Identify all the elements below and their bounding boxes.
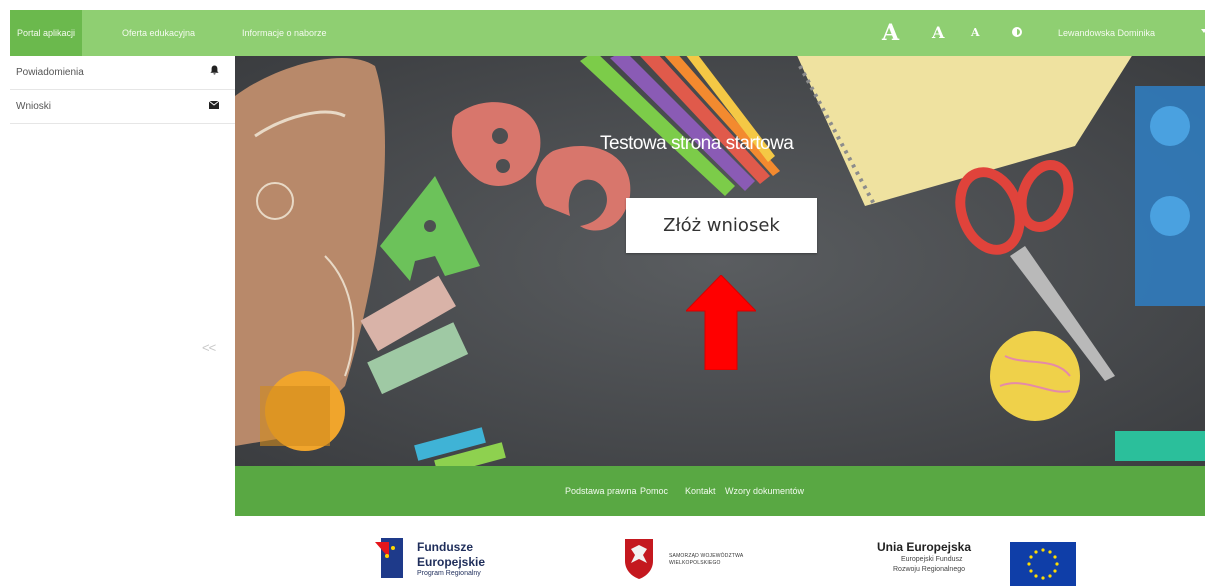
funding-logos-strip: Fundusze Europejskie Program Regionalny … <box>235 516 1205 586</box>
bell-icon <box>210 56 219 89</box>
submit-application-button[interactable]: Złóż wniosek <box>626 198 817 253</box>
eu-flag-icon <box>1010 542 1076 586</box>
sidebar-item-label: Powiadomienia <box>16 67 84 78</box>
hero-background-image <box>235 56 1205 466</box>
envelope-icon <box>208 90 220 123</box>
font-size-large-button[interactable]: A <box>882 10 899 56</box>
tab-portal-aplikacji[interactable]: Portal aplikacji <box>10 10 83 56</box>
red-arrow-up-icon <box>686 275 756 370</box>
sidebar-item-wnioski[interactable]: Wnioski <box>10 90 235 124</box>
ue-line2: Rozwoju Regionalnego <box>893 566 965 573</box>
fe-flag-icon <box>375 538 403 578</box>
sidebar-item-label: Wnioski <box>16 101 52 112</box>
sidebar-item-powiadomienia[interactable]: Powiadomienia <box>10 56 235 90</box>
hero-title: Testowa strona startowa <box>600 133 794 154</box>
ue-title: Unia Europejska <box>877 540 972 554</box>
samorzad-line1: SAMORZĄD WOJEWÓDZTWA <box>669 553 744 559</box>
contrast-toggle-icon[interactable] <box>1012 27 1022 37</box>
fe-line1: Fundusze <box>417 540 473 554</box>
fe-line3: Program Regionalny <box>417 570 481 577</box>
samorzad-line2: WIELKOPOLSKIEGO <box>669 560 721 566</box>
user-menu[interactable]: Lewandowska Dominika <box>1058 10 1155 56</box>
chevron-down-icon[interactable] <box>1201 29 1205 33</box>
footer-link-podstawa-prawna[interactable]: Podstawa prawna <box>565 466 637 516</box>
eagle-crest-icon <box>625 539 653 579</box>
top-navigation-bar: Portal aplikacji Oferta edukacyjna Infor… <box>10 10 1205 56</box>
footer-links-bar: Podstawa prawna Pomoc Kontakt Wzory doku… <box>235 466 1205 516</box>
tab-oferta-edukacyjna[interactable]: Oferta edukacyjna <box>122 10 195 56</box>
font-size-small-button[interactable]: A <box>971 10 980 56</box>
font-size-medium-button[interactable]: A <box>932 10 944 56</box>
footer-link-wzory-dokumentow[interactable]: Wzory dokumentów <box>725 466 804 516</box>
hero-banner: Testowa strona startowa Złóż wniosek <box>235 56 1205 466</box>
sidebar: Powiadomienia Wnioski << <box>10 56 235 578</box>
collapse-sidebar-button[interactable]: << <box>202 340 216 355</box>
tab-informacje-o-naborze[interactable]: Informacje o naborze <box>242 10 327 56</box>
fe-line2: Europejskie <box>417 555 486 569</box>
ue-line1: Europejski Fundusz <box>901 556 963 563</box>
footer-link-kontakt[interactable]: Kontakt <box>685 466 716 516</box>
footer-link-pomoc[interactable]: Pomoc <box>640 466 668 516</box>
